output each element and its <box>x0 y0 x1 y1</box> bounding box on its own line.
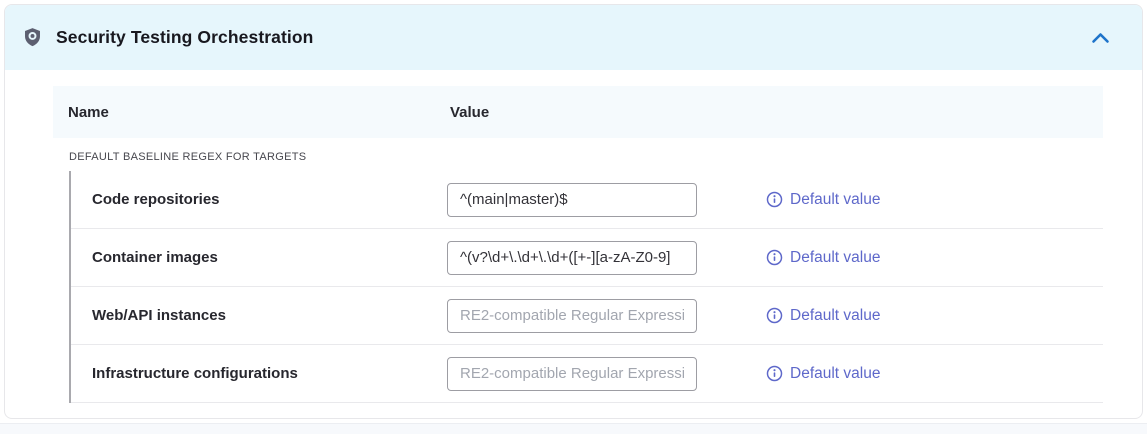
table-row-container-images: Container images Default value <box>71 229 1103 287</box>
info-icon <box>766 249 783 266</box>
table-row-web-api-instances: Web/API instances Default value <box>71 287 1103 345</box>
info-icon <box>766 191 783 208</box>
regex-input-container-images[interactable] <box>447 241 697 275</box>
default-value-link[interactable]: Default value <box>766 365 880 383</box>
default-value-label: Default value <box>790 249 880 267</box>
info-icon <box>766 365 783 382</box>
next-section-strip <box>0 423 1147 434</box>
section-label: DEFAULT BASELINE REGEX FOR TARGETS <box>53 151 1103 163</box>
regex-input-code-repositories[interactable] <box>447 183 697 217</box>
panel-title: Security Testing Orchestration <box>56 27 313 48</box>
row-label: Infrastructure configurations <box>92 365 447 382</box>
table-header-row: Name Value <box>53 86 1103 138</box>
settings-rows-group: Code repositories Default value Containe… <box>69 171 1103 403</box>
row-label: Code repositories <box>92 191 447 208</box>
default-value-link[interactable]: Default value <box>766 249 880 267</box>
chevron-up-icon <box>1090 31 1111 45</box>
default-value-link[interactable]: Default value <box>766 307 880 325</box>
info-icon <box>766 307 783 324</box>
column-header-name: Name <box>68 104 450 121</box>
default-value-label: Default value <box>790 191 880 209</box>
security-testing-orchestration-panel: Security Testing Orchestration Name Valu… <box>4 4 1143 419</box>
regex-input-web-api-instances[interactable] <box>447 299 697 333</box>
row-label: Container images <box>92 249 447 266</box>
panel-header: Security Testing Orchestration <box>5 5 1142 70</box>
default-value-label: Default value <box>790 307 880 325</box>
panel-body: Name Value DEFAULT BASELINE REGEX FOR TA… <box>5 70 1142 419</box>
collapse-button[interactable] <box>1086 24 1114 52</box>
settings-table: Name Value DEFAULT BASELINE REGEX FOR TA… <box>53 86 1103 403</box>
table-row-infrastructure-configurations: Infrastructure configurations Default va… <box>71 345 1103 403</box>
default-value-label: Default value <box>790 365 880 383</box>
table-row-code-repositories: Code repositories Default value <box>71 171 1103 229</box>
column-header-value: Value <box>450 104 489 121</box>
shield-icon <box>23 27 42 48</box>
default-value-link[interactable]: Default value <box>766 191 880 209</box>
row-label: Web/API instances <box>92 307 447 324</box>
regex-input-infrastructure-configurations[interactable] <box>447 357 697 391</box>
